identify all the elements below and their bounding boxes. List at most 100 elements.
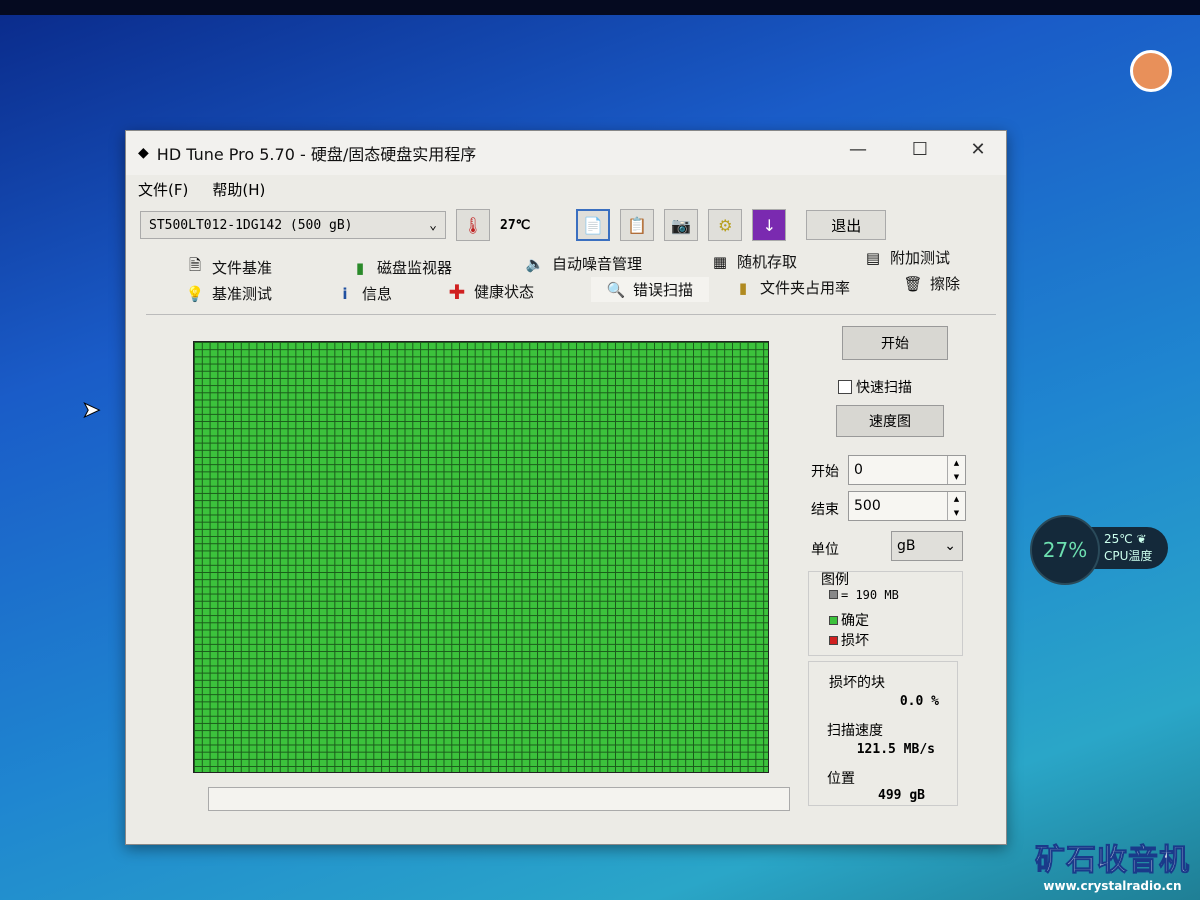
unit-select[interactable]: gB ⌄ (891, 531, 963, 561)
extra-tests-icon: ▤ (865, 248, 881, 267)
gray-square-icon (829, 590, 838, 599)
unit-label: 单位 (811, 542, 839, 558)
tab-bar: 🗎 文件基准 ▮ 磁盘监视器 🔈 自动噪音管理 ▦ 随机存取 ▤ 附加测试 💡 基准测试 i… (146, 249, 996, 315)
speaker-icon: 🔈 (525, 254, 545, 273)
end-input[interactable]: 500 ▲ ▼ (848, 491, 966, 521)
tab-health[interactable]: ✚ 健康状态 (448, 279, 535, 304)
checkbox-box[interactable] (838, 380, 852, 394)
maximize-button[interactable]: ☐ (900, 139, 940, 160)
tab-error-scan[interactable]: 🔍 错误扫描 (591, 277, 710, 302)
tab-label: 随机存取 (737, 253, 798, 271)
damaged-blocks-label: 损坏的块 (829, 675, 885, 691)
cat-desktop-pet-icon[interactable] (1130, 50, 1172, 92)
tab-label: 擦除 (930, 275, 961, 293)
cpu-temp-widget[interactable]: 25℃ ❦ CPU温度 27% (1030, 515, 1168, 585)
magnifier-icon: 🔍 (606, 280, 626, 299)
tab-info[interactable]: i 信息 (336, 283, 392, 304)
menu-help[interactable]: 帮助(H) (212, 179, 265, 200)
spinner-arrows[interactable]: ▲ ▼ (947, 456, 965, 484)
tab-label: 基准测试 (212, 285, 273, 303)
legend-title: 图例 (821, 572, 849, 588)
unit-value: gB (897, 538, 916, 554)
watermark-text: 矿石收音机 (1035, 843, 1190, 879)
tab-folder-usage[interactable]: ▮ 文件夹占用率 (734, 277, 850, 298)
watermark-logo: 矿石收音机 www.crystalradio.cn (1030, 835, 1195, 894)
info-icon: i (342, 284, 348, 303)
tab-extra-tests[interactable]: ▤ 附加测试 (864, 247, 950, 268)
tab-label: 自动噪音管理 (552, 255, 643, 273)
copy-info-button[interactable]: 📄 (576, 209, 611, 241)
cpu-temp-value: 25℃ (1104, 532, 1133, 546)
legend-block-size: = 190 MB (829, 588, 899, 602)
green-square-icon (829, 616, 838, 625)
position-label: 位置 (827, 771, 855, 787)
close-button[interactable]: ✕ (958, 139, 998, 160)
tab-benchmark[interactable]: 💡 基准测试 (186, 283, 272, 304)
hdtune-window: ◆ HD Tune Pro 5.70 - 硬盘/固态硬盘实用程序 — ☐ ✕ 文… (125, 130, 1007, 845)
damaged-blocks-value: 0.0 % (899, 694, 939, 709)
spinner-arrows[interactable]: ▲ ▼ (947, 492, 965, 520)
monitor-bezel (0, 0, 1200, 15)
scan-stats-box: 损坏的块 0.0 % 扫描速度 121.5 MB/s 位置 499 gB (808, 661, 958, 806)
legend-block-label: = 190 MB (841, 588, 899, 602)
tab-label: 磁盘监视器 (377, 259, 453, 277)
folder-icon: ▮ (738, 278, 748, 297)
start-input[interactable]: 0 ▲ ▼ (848, 455, 966, 485)
tab-label: 信息 (362, 285, 393, 303)
mouse-cursor-icon: ➤ (81, 398, 101, 424)
start-label: 开始 (811, 464, 839, 480)
chevron-down-icon: ⌄ (944, 538, 956, 554)
copy-all-button[interactable]: 📋 (620, 209, 655, 241)
chevron-down-icon: ⌄ (429, 217, 437, 233)
cpu-temp-label: CPU温度 (1104, 549, 1153, 563)
position-value: 499 gB (878, 788, 925, 803)
random-access-icon: ▦ (712, 252, 728, 271)
thermometer-icon: 🌡 (456, 209, 490, 241)
title-bar[interactable]: ◆ HD Tune Pro 5.70 - 硬盘/固态硬盘实用程序 — ☐ ✕ (126, 131, 1006, 175)
tab-disk-monitor[interactable]: ▮ 磁盘监视器 (351, 257, 452, 278)
health-icon: ✚ (448, 279, 466, 304)
error-scan-block-map (193, 341, 769, 773)
start-value: 0 (854, 462, 863, 478)
app-icon: ◆ (138, 145, 149, 161)
screenshot-camera-icon[interactable]: 📷 (664, 209, 699, 241)
benchmark-icon: 💡 (185, 284, 205, 303)
tab-label: 文件夹占用率 (760, 279, 851, 297)
file-benchmark-icon: 🗎 (188, 256, 202, 274)
quick-scan-checkbox[interactable]: 快速扫描 (838, 377, 912, 397)
leaf-icon: ❦ (1136, 532, 1147, 546)
legend-damaged: 损坏 (829, 630, 869, 650)
end-label: 结束 (811, 502, 839, 518)
start-button[interactable]: 开始 (842, 326, 948, 360)
tab-label: 错误扫描 (633, 281, 694, 299)
drive-select-value: ST500LT012-1DG142 (500 gB) (149, 217, 353, 233)
red-square-icon (829, 636, 838, 645)
menu-file[interactable]: 文件(F) (138, 179, 188, 200)
legend-ok-label: 确定 (841, 613, 869, 629)
tab-random-access[interactable]: ▦ 随机存取 (711, 251, 797, 272)
window-title: HD Tune Pro 5.70 - 硬盘/固态硬盘实用程序 (156, 145, 477, 164)
tab-erase[interactable]: 🗑 擦除 (903, 273, 961, 294)
tab-label: 文件基准 (212, 259, 273, 277)
tab-file-benchmark[interactable]: 🗎 文件基准 (186, 256, 273, 278)
exit-button[interactable]: 退出 (806, 210, 887, 240)
scan-speed-value: 121.5 MB/s (856, 742, 935, 757)
save-download-icon[interactable]: ↓ (752, 209, 787, 241)
tab-aam[interactable]: 🔈 自动噪音管理 (526, 253, 642, 274)
quick-scan-label: 快速扫描 (856, 380, 912, 396)
legend-damaged-label: 损坏 (841, 633, 869, 649)
watermark-url: www.crystalradio.cn (1043, 879, 1182, 893)
legend-box: 图例 = 190 MB 确定 损坏 (808, 571, 963, 656)
trash-icon: 🗑 (903, 274, 923, 293)
drive-select[interactable]: ST500LT012-1DG142 (500 gB) ⌄ (140, 211, 446, 239)
tab-label: 附加测试 (890, 249, 951, 267)
end-value: 500 (854, 498, 881, 514)
temperature-readout: 27℃ (500, 217, 531, 233)
speed-map-button[interactable]: 速度图 (836, 405, 944, 437)
disk-monitor-icon: ▮ (355, 258, 365, 277)
tab-label: 健康状态 (474, 283, 535, 301)
options-gear-icon[interactable]: ⚙ (708, 209, 743, 241)
minimize-button[interactable]: — (838, 139, 878, 160)
legend-ok: 确定 (829, 610, 869, 630)
scan-speed-label: 扫描速度 (827, 723, 883, 739)
